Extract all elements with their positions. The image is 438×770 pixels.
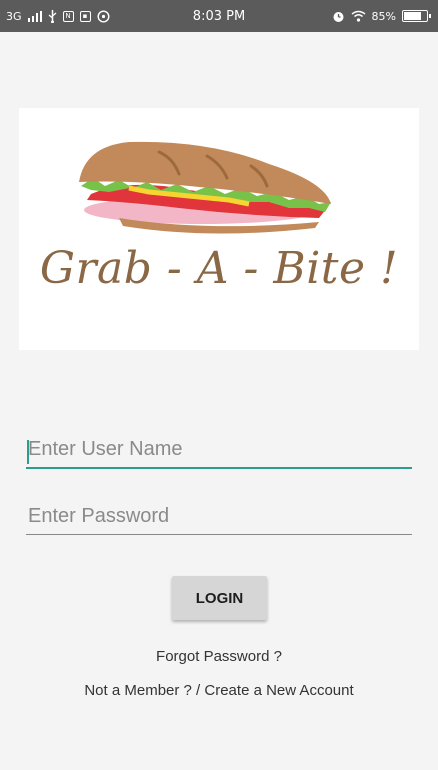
wifi-icon: [351, 10, 366, 22]
alarm-icon: [332, 10, 345, 23]
status-left-group: 3G N ▪: [6, 0, 110, 32]
password-input[interactable]: [26, 505, 412, 535]
signal-icon: [27, 10, 42, 22]
logo-card: Grab - A - Bite !: [19, 108, 419, 350]
status-right-group: 85%: [332, 0, 431, 32]
battery-icon: [402, 10, 431, 22]
whatsapp-icon: [97, 9, 110, 23]
image-icon: ▪: [79, 10, 91, 22]
sandwich-icon: [79, 141, 331, 234]
forgot-password-link[interactable]: Forgot Password ?: [0, 648, 438, 665]
create-account-link[interactable]: Not a Member ? / Create a New Account: [0, 682, 438, 699]
battery-percent: 85%: [371, 9, 396, 23]
username-input[interactable]: [26, 438, 412, 469]
login-button[interactable]: LOGIN: [172, 576, 267, 620]
battery-fill: [404, 12, 421, 20]
app-title: Grab - A - Bite !: [39, 243, 399, 294]
status-bar: 3G N ▪ 8:03 PM 85%: [0, 0, 438, 32]
usb-icon: [48, 9, 57, 23]
network-type: 3G: [6, 9, 22, 23]
text-cursor: [27, 440, 29, 464]
notification-icon: N: [62, 10, 74, 22]
